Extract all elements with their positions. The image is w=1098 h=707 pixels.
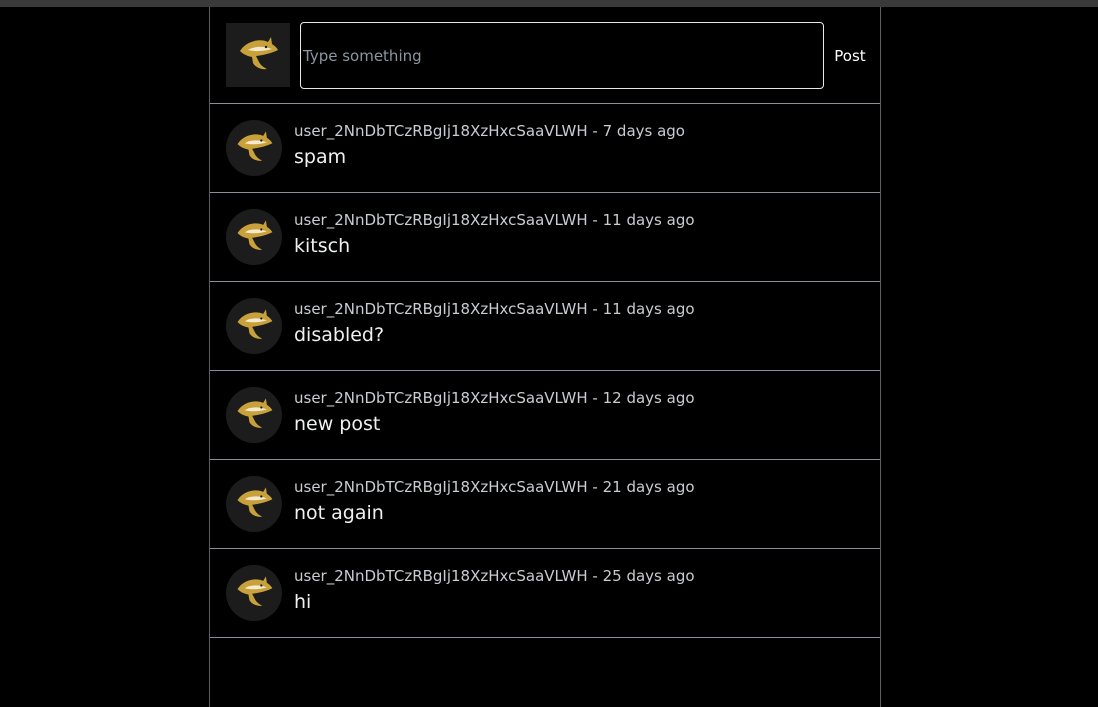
avatar[interactable] (226, 120, 282, 176)
shark-icon (232, 302, 276, 350)
avatar[interactable] (226, 387, 282, 443)
meta-separator: - (587, 389, 603, 407)
post-username[interactable]: user_2NnDbTCzRBgIj18XzHxcSaaVLWH (294, 389, 588, 407)
avatar[interactable] (226, 476, 282, 532)
shark-icon (232, 213, 276, 261)
post-timestamp: 25 days ago (602, 567, 695, 585)
shark-icon (232, 569, 276, 617)
post-timestamp: 11 days ago (602, 300, 695, 318)
shark-icon (232, 391, 276, 439)
browser-top-bar (0, 0, 1098, 7)
post-timestamp: 21 days ago (602, 478, 695, 496)
meta-separator: - (587, 122, 603, 140)
post-item: user_2NnDbTCzRBgIj18XzHxcSaaVLWH - 25 da… (210, 549, 880, 638)
post-username[interactable]: user_2NnDbTCzRBgIj18XzHxcSaaVLWH (294, 567, 588, 585)
post-timestamp: 12 days ago (602, 389, 695, 407)
post-button[interactable]: Post (830, 45, 870, 67)
post-username[interactable]: user_2NnDbTCzRBgIj18XzHxcSaaVLWH (294, 478, 588, 496)
post-meta: user_2NnDbTCzRBgIj18XzHxcSaaVLWH - 21 da… (294, 478, 695, 496)
post-text: disabled? (294, 324, 385, 346)
avatar[interactable] (226, 209, 282, 265)
post-text: not again (294, 502, 384, 524)
post-item: user_2NnDbTCzRBgIj18XzHxcSaaVLWH - 11 da… (210, 193, 880, 282)
shark-icon (232, 124, 276, 172)
post-text: kitsch (294, 235, 351, 257)
composer-input[interactable] (300, 22, 824, 89)
post-username[interactable]: user_2NnDbTCzRBgIj18XzHxcSaaVLWH (294, 122, 588, 140)
meta-separator: - (587, 478, 603, 496)
post-text: spam (294, 146, 347, 168)
post-text: hi (294, 591, 312, 613)
post-timestamp: 7 days ago (602, 122, 685, 140)
meta-separator: - (587, 567, 603, 585)
post-item: user_2NnDbTCzRBgIj18XzHxcSaaVLWH - 21 da… (210, 460, 880, 549)
meta-separator: - (587, 300, 603, 318)
post-composer: Post (210, 7, 880, 104)
post-username[interactable]: user_2NnDbTCzRBgIj18XzHxcSaaVLWH (294, 211, 588, 229)
shark-icon (232, 480, 276, 528)
post-meta: user_2NnDbTCzRBgIj18XzHxcSaaVLWH - 11 da… (294, 211, 695, 229)
shark-icon (234, 29, 282, 81)
post-item: user_2NnDbTCzRBgIj18XzHxcSaaVLWH - 11 da… (210, 282, 880, 371)
avatar[interactable] (226, 298, 282, 354)
post-meta: user_2NnDbTCzRBgIj18XzHxcSaaVLWH - 12 da… (294, 389, 695, 407)
post-meta: user_2NnDbTCzRBgIj18XzHxcSaaVLWH - 25 da… (294, 567, 695, 585)
post-item: user_2NnDbTCzRBgIj18XzHxcSaaVLWH - 12 da… (210, 371, 880, 460)
post-text: new post (294, 413, 381, 435)
post-timestamp: 11 days ago (602, 211, 695, 229)
post-username[interactable]: user_2NnDbTCzRBgIj18XzHxcSaaVLWH (294, 300, 588, 318)
meta-separator: - (587, 211, 603, 229)
feed: Post user_2NnDbTCzRBgIj18XzHxcSaaVLWH - … (209, 7, 881, 707)
composer-avatar (226, 23, 290, 87)
avatar[interactable] (226, 565, 282, 621)
post-meta: user_2NnDbTCzRBgIj18XzHxcSaaVLWH - 11 da… (294, 300, 695, 318)
post-item: user_2NnDbTCzRBgIj18XzHxcSaaVLWH - 7 day… (210, 104, 880, 193)
post-meta: user_2NnDbTCzRBgIj18XzHxcSaaVLWH - 7 day… (294, 122, 685, 140)
